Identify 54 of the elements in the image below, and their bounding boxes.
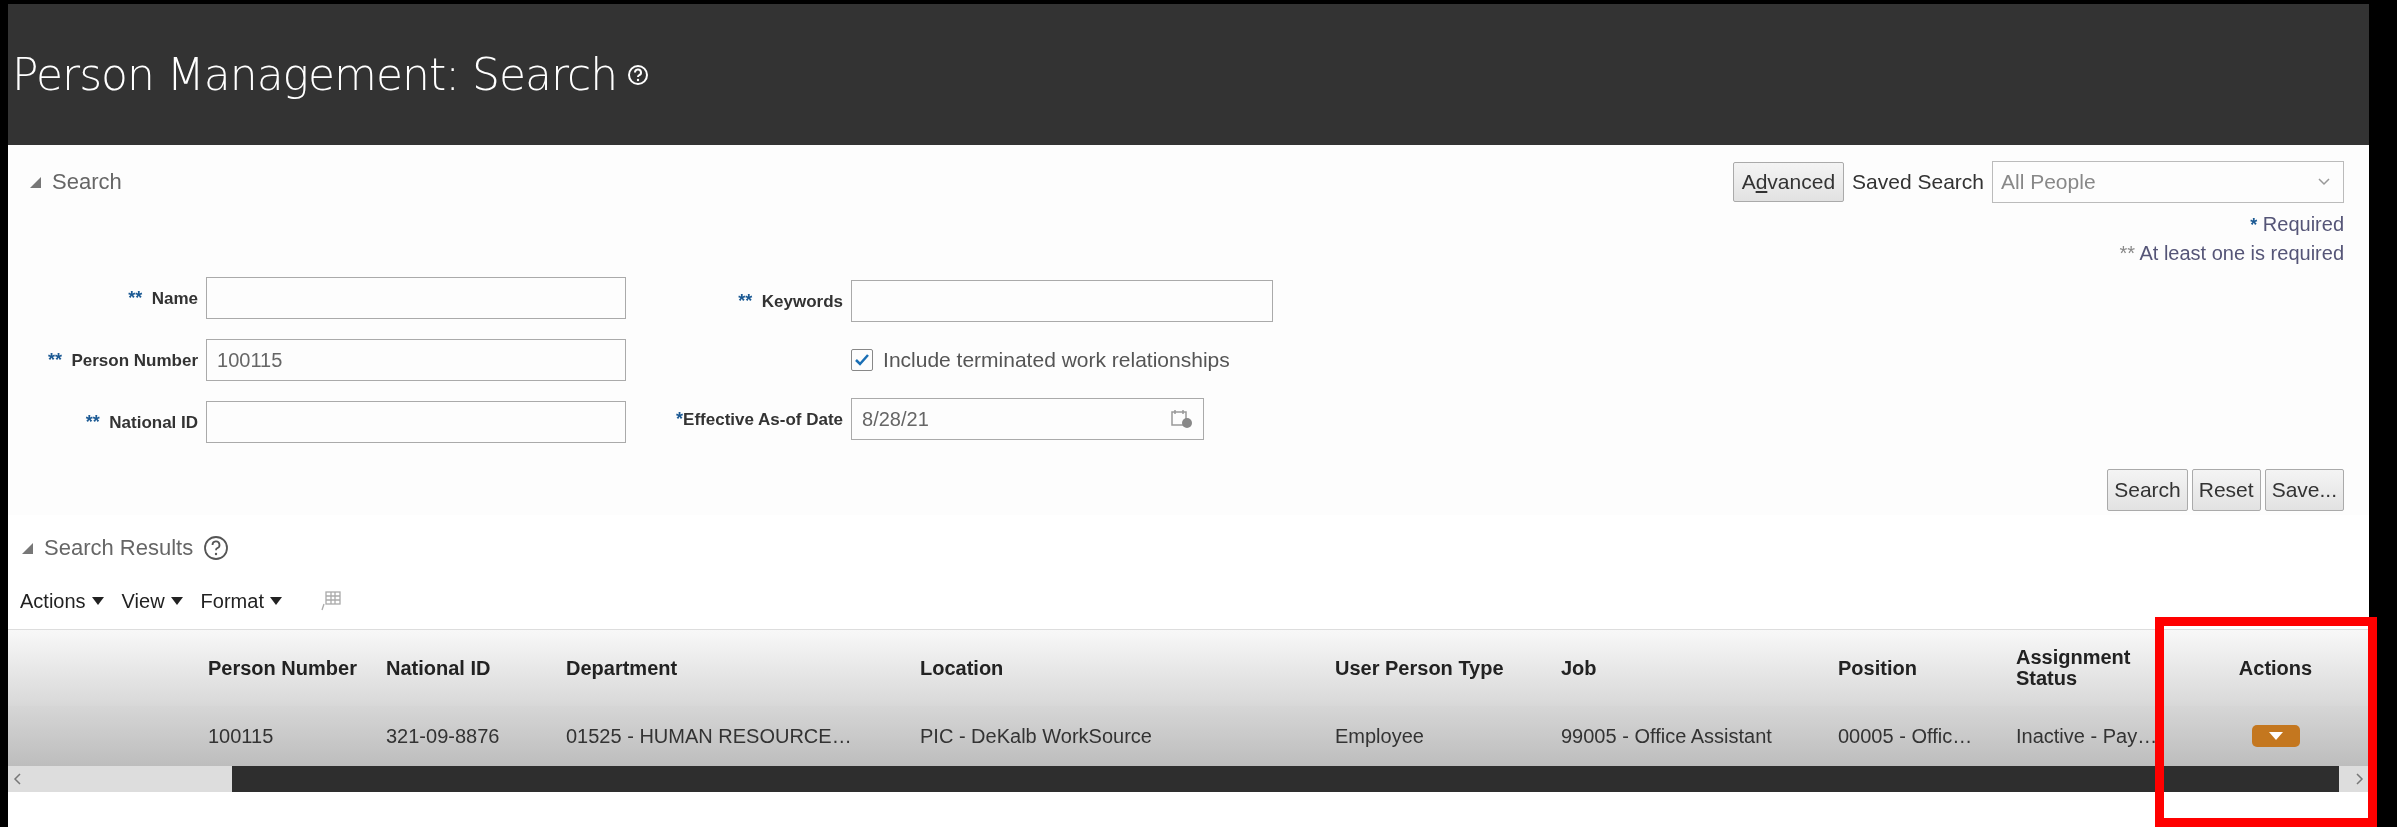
field-label: ** Person Number xyxy=(48,349,199,371)
text-field[interactable] xyxy=(206,401,627,443)
column-header[interactable]: Person Number xyxy=(208,657,386,679)
caret-icon xyxy=(91,597,104,605)
section-heading: Search Results xyxy=(44,535,194,561)
calendar-icon[interactable] xyxy=(1171,409,1194,429)
table-cell-text: 01525 - HUMAN RESOURCE… xyxy=(566,724,853,748)
field-label: *Effective As-of Date xyxy=(676,408,844,430)
collapse-triangle-icon[interactable] xyxy=(28,175,42,189)
table-cell-text: 99005 - Office Assistant xyxy=(1561,724,1773,748)
section-heading: Search xyxy=(52,169,122,195)
column-header[interactable]: Job xyxy=(1561,657,1838,679)
field-label: ** Name xyxy=(127,287,199,309)
required-note: * Required xyxy=(2250,213,2344,236)
checkbox[interactable] xyxy=(851,349,874,371)
checkbox-label: Include terminated work relationships xyxy=(883,348,1230,372)
toolbar-menu[interactable]: View xyxy=(121,589,183,613)
advanced-button[interactable]: Advanced xyxy=(1732,162,1845,202)
collapse-triangle-icon[interactable] xyxy=(20,541,34,555)
table-cell-text: PIC - DeKalb WorkSource xyxy=(920,724,1153,748)
table-detach-icon[interactable] xyxy=(319,590,342,612)
column-header[interactable]: Department xyxy=(566,657,920,679)
table-cell-text: Employee xyxy=(1335,724,1425,748)
column-header[interactable]: Location xyxy=(920,657,1335,679)
table-cell-text: 100115 xyxy=(208,724,275,748)
form-button[interactable]: Reset xyxy=(2191,469,2261,511)
caret-icon xyxy=(269,597,282,605)
text-field[interactable] xyxy=(851,280,1274,322)
column-header[interactable]: National ID xyxy=(386,657,566,679)
column-header[interactable]: Actions xyxy=(2188,657,2363,679)
toolbar-menu[interactable]: Format xyxy=(200,589,282,613)
field-label: Saved Search xyxy=(1852,170,1984,194)
form-button[interactable]: Search xyxy=(2107,469,2188,511)
column-header[interactable]: Assignment Status xyxy=(2016,647,2188,689)
text-field[interactable]: 100115 xyxy=(206,339,627,381)
required-note: ** At least one is required xyxy=(2119,242,2344,265)
help-icon[interactable] xyxy=(203,535,230,561)
column-header[interactable]: User Person Type xyxy=(1335,657,1561,679)
text-field[interactable] xyxy=(206,277,627,319)
chevron-down-icon xyxy=(2317,177,2331,187)
row-actions-button[interactable] xyxy=(2251,725,2300,747)
table-cell-text: 321-09-8876 xyxy=(386,724,501,748)
caret-icon xyxy=(170,597,183,605)
column-header[interactable]: Position xyxy=(1838,657,2016,679)
field-label: ** Keywords xyxy=(737,290,844,312)
table-cell-text: 00005 - Offic… xyxy=(1838,724,1974,748)
page-title: Person Management: Search xyxy=(12,49,618,100)
date-field[interactable]: 8/28/21 xyxy=(851,398,1205,440)
table-cell-text: Inactive - Pay… xyxy=(2016,724,2159,748)
form-button[interactable]: Save... xyxy=(2264,469,2344,511)
toolbar-menu[interactable]: Actions xyxy=(20,589,104,613)
field-label: ** National ID xyxy=(84,411,199,433)
caret-icon xyxy=(2268,732,2283,740)
horizontal-scrollbar[interactable] xyxy=(8,766,2369,792)
